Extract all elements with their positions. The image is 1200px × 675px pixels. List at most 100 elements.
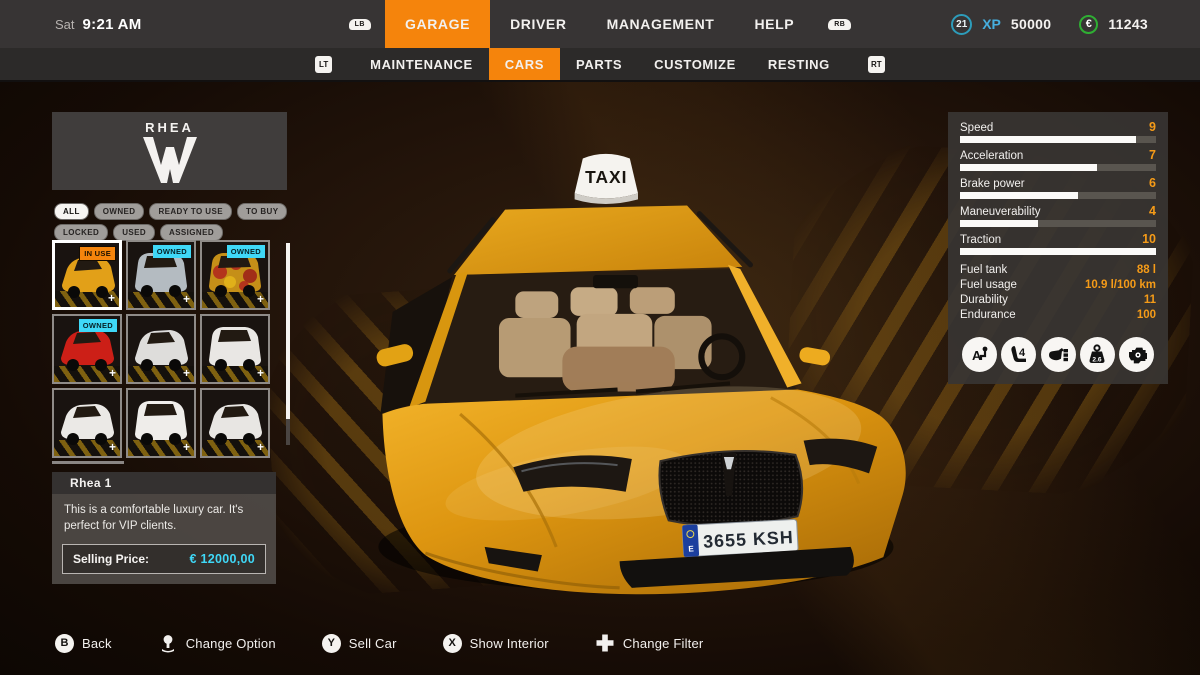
- filter-all[interactable]: ALL: [54, 203, 89, 220]
- dpad-icon: [595, 633, 615, 653]
- x-button: X: [442, 633, 462, 653]
- vehicle-preview: TAXI E 3655 KSH: [362, 132, 914, 600]
- customize-plus-icon: +: [108, 440, 116, 454]
- hint-back[interactable]: B Back: [55, 633, 112, 653]
- stat-acceleration: Acceleration 7: [960, 148, 1156, 171]
- thumbnail-badge: IN USE: [79, 246, 116, 261]
- stat-value: 9: [1149, 120, 1156, 134]
- xp-value: 50000: [1010, 16, 1052, 32]
- spec-fuel-tank: Fuel tank 88 l: [960, 263, 1156, 278]
- lt-button-icon: LT: [315, 55, 333, 73]
- spec-value: 88 l: [1136, 264, 1156, 276]
- spec-endurance: Endurance 100: [960, 308, 1156, 323]
- engine-icon: [1119, 337, 1154, 372]
- seats-icon: 4: [1001, 337, 1037, 372]
- top-status-bar: Sat 9:21 AM LB GARAGE DRIVER MANAGEMENT HEL…: [0, 0, 1200, 48]
- hint-show-interior[interactable]: X Show Interior: [442, 633, 549, 653]
- filter-owned[interactable]: OWNED: [93, 203, 145, 220]
- brand-logo-icon: [142, 137, 197, 183]
- sub-tab-parts[interactable]: PARTS: [560, 48, 638, 80]
- stat-traction: Traction 10: [960, 232, 1156, 255]
- main-tab-management[interactable]: MANAGEMENT: [587, 0, 735, 48]
- grid-scrollbar[interactable]: [286, 243, 290, 445]
- hint-label: Show Interior: [469, 635, 549, 651]
- stat-bar-fill: [960, 192, 1078, 199]
- money-value: 11243: [1108, 16, 1148, 32]
- spec-value: 10.9 l/100 km: [1085, 279, 1156, 291]
- car-thumbnail[interactable]: OWNED +: [52, 314, 122, 384]
- thumbnail-badge: OWNED: [226, 245, 265, 258]
- hint-label: Change Option: [185, 635, 276, 651]
- stat-bar-fill: [960, 220, 1039, 227]
- euro-icon: €: [1079, 14, 1099, 34]
- thumbnail-badge: OWNED: [152, 245, 191, 258]
- taxi-car: TAXI E 3655 KSH: [376, 153, 906, 595]
- filter-to-buy[interactable]: TO BUY: [236, 203, 288, 220]
- selling-price-value: € 12000,00: [189, 552, 255, 567]
- garage-screen: Sat 9:21 AM LB GARAGE DRIVER MANAGEMENT HEL…: [0, 0, 1200, 675]
- hint-label: Sell Car: [348, 635, 397, 651]
- customize-plus-icon: +: [107, 291, 115, 305]
- selling-price-box: Selling Price: € 12000,00: [62, 544, 266, 575]
- taxi-sign: TAXI: [574, 153, 638, 204]
- stat-bar-track: [960, 192, 1156, 199]
- sub-nav: LT MAINTENANCE CARS PARTS CUSTOMIZE RESTING …: [0, 48, 1200, 82]
- main-tab-help[interactable]: HELP: [734, 0, 814, 48]
- control-hints-bar: B Back Change Option Y Sell Car X Show Interio…: [55, 633, 703, 653]
- svg-text:4: 4: [1019, 347, 1026, 359]
- svg-text:E: E: [688, 544, 694, 553]
- car-thumbnail-grid: IN USE + OWNED + OWNED + OWNED + + + + +…: [52, 240, 271, 458]
- main-tab-driver[interactable]: DRIVER: [490, 0, 587, 48]
- customize-plus-icon: +: [182, 366, 190, 380]
- car-thumbnail[interactable]: +: [52, 388, 122, 458]
- sub-tab-resting[interactable]: RESTING: [752, 48, 846, 80]
- spec-fuel-usage: Fuel usage 10.9 l/100 km: [960, 278, 1156, 293]
- stat-bar-fill: [960, 248, 1156, 255]
- customize-plus-icon: +: [256, 292, 264, 306]
- hint-sell-car[interactable]: Y Sell Car: [321, 633, 397, 653]
- car-thumbnail[interactable]: OWNED +: [200, 240, 270, 310]
- hint-change-option[interactable]: Change Option: [158, 633, 276, 653]
- customize-plus-icon: +: [182, 440, 190, 454]
- car-thumbnail[interactable]: +: [126, 314, 196, 384]
- spec-durability: Durability 11: [960, 293, 1156, 308]
- sub-tab-maintenance[interactable]: MAINTENANCE: [354, 48, 489, 80]
- spec-value: 11: [1143, 294, 1156, 306]
- stat-label: Acceleration: [960, 150, 1024, 162]
- car-thumbnail[interactable]: OWNED +: [126, 240, 196, 310]
- car-thumbnail[interactable]: +: [200, 388, 270, 458]
- spec-label: Fuel tank: [960, 264, 1008, 276]
- spec-label: Endurance: [960, 309, 1016, 321]
- hint-change-filter[interactable]: Change Filter: [595, 633, 704, 653]
- svg-text:2.6: 2.6: [1093, 356, 1102, 363]
- cargo-icon: [1040, 337, 1076, 372]
- stat-bar-track: [960, 136, 1156, 143]
- selling-price-label: Selling Price:: [73, 552, 150, 567]
- car-thumbnail[interactable]: +: [126, 388, 196, 458]
- spec-value: 100: [1136, 309, 1156, 321]
- filter-ready-to-use[interactable]: READY TO USE: [149, 203, 232, 220]
- y-button: Y: [321, 633, 341, 653]
- stat-bar-fill: [960, 136, 1137, 143]
- stat-maneuverability: Maneuverability 4: [960, 204, 1156, 227]
- sub-tab-customize[interactable]: CUSTOMIZE: [638, 48, 752, 80]
- main-tab-garage[interactable]: GARAGE: [385, 0, 491, 48]
- stat-bar-track: [960, 220, 1156, 227]
- b-button: B: [55, 633, 74, 653]
- filter-used[interactable]: USED: [113, 224, 156, 241]
- grid-scroll-indicator: [52, 461, 124, 464]
- hint-label: Change Filter: [622, 635, 704, 651]
- lb-button-icon: LB: [348, 18, 371, 30]
- filter-locked[interactable]: LOCKED: [54, 224, 109, 241]
- car-description: This is a comfortable luxury car. It's p…: [64, 504, 244, 532]
- svg-text:TAXI: TAXI: [585, 167, 627, 187]
- xp-label: XP: [982, 16, 1001, 32]
- car-thumbnail[interactable]: +: [200, 314, 270, 384]
- stat-label: Traction: [960, 234, 1002, 246]
- sub-tab-cars[interactable]: CARS: [488, 48, 561, 80]
- stat-label: Speed: [960, 122, 994, 134]
- left-stick-icon: [158, 633, 178, 653]
- rt-button-icon: RT: [867, 55, 885, 73]
- car-thumbnail[interactable]: IN USE +: [52, 240, 122, 310]
- filter-assigned[interactable]: ASSIGNED: [160, 224, 224, 241]
